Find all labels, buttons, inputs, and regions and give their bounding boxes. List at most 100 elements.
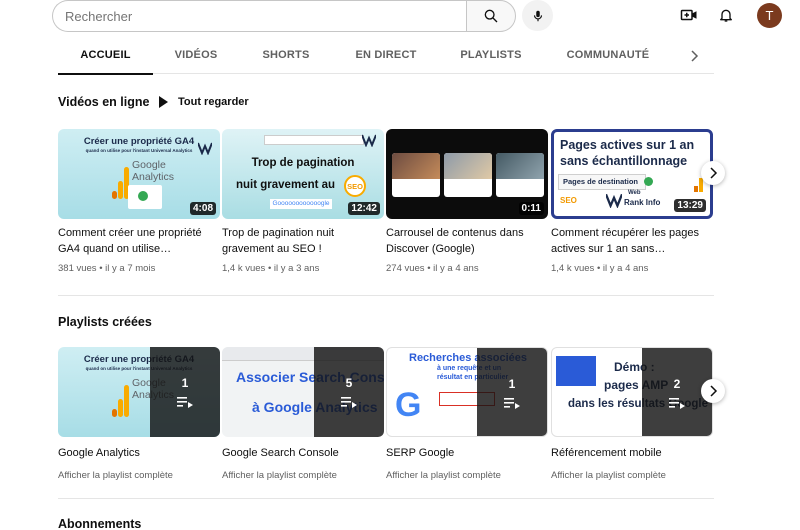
discover-card-3 [496,153,544,197]
thumb-brand-2: Rank Info [624,198,661,207]
bell-icon [720,9,732,22]
video-title[interactable]: Comment récupérer les pages actives sur … [551,226,713,257]
playlist-count: 2 [673,377,681,391]
ga-bars-icon [112,381,130,417]
thumb-headline-2: sans échantillonnage [560,154,688,168]
voice-search-button[interactable] [522,0,553,31]
thumb-headline-1: Trop de pagination [251,157,355,169]
video-duration: 4:08 [189,202,216,215]
playlist-thumbnail[interactable]: Associer Search Console à Google Analyti… [222,347,384,437]
playlist-icon [669,398,685,409]
playlist-count: 1 [181,376,189,390]
chart-widget [128,185,162,209]
play-all-label: Tout regarder [178,96,249,108]
play-icon [159,96,168,108]
section-divider [58,498,714,499]
playlist-title[interactable]: SERP Google [386,447,548,459]
playlist-thumbnail[interactable]: Créer une propriété GA4 quand on utilise… [58,347,220,437]
browser-screenshot-strip [264,135,364,145]
discover-card-2 [444,153,492,197]
video-meta: 1,4 k vues • il y a 3 ans [222,263,320,274]
search-box[interactable] [52,0,468,32]
playlist-title[interactable]: Google Search Console [222,447,384,459]
thumb-brand: Goooooooooooogle [270,199,332,209]
video-views: 274 vues [386,263,425,274]
playlist-overlay: 1 [477,348,547,436]
tab-videos[interactable]: VIDÉOS [153,36,239,74]
search-button[interactable] [466,0,516,32]
seo-label: SEO [560,196,577,205]
web-rank-info-logo [361,133,377,148]
tab-playlists[interactable]: PLAYLISTS [439,36,543,74]
video-card[interactable]: Trop de pagination nuit gravement au SEO… [222,129,384,274]
playlist-count: 5 [345,376,353,390]
playlist-card[interactable]: Associer Search Console à Google Analyti… [222,347,384,481]
playlist-title[interactable]: Référencement mobile [551,447,713,459]
playlist-icon [341,397,357,408]
thumb-label: Pages de destination [558,174,646,190]
google-g-logo: G [395,386,422,424]
video-age: il y a 4 ans [433,263,479,274]
search-input[interactable] [53,1,468,31]
tab-shorts[interactable]: SHORTS [239,36,333,74]
video-card[interactable]: Pages actives sur 1 an sans échantillonn… [551,129,713,274]
playlist-count: 1 [508,377,516,391]
video-duration: 13:29 [674,199,706,212]
view-full-playlist-link[interactable]: Afficher la playlist complète [58,470,220,481]
videos-next-button[interactable] [701,161,725,185]
thumb-headline: Créer une propriété GA4 [83,136,195,147]
video-age: il y a 4 ans [602,263,649,274]
notifications-button[interactable] [715,4,737,26]
web-rank-info-logo [197,141,213,156]
playlist-card[interactable]: Recherches associées à une requête et un… [386,347,548,481]
tab-en-direct[interactable]: EN DIRECT [333,36,439,74]
playlist-card[interactable]: Créer une propriété GA4 quand on utilise… [58,347,220,481]
chevron-right-icon [691,50,699,62]
section-title-videos: Vidéos en ligne [58,95,150,109]
video-meta: 381 vues • il y a 7 mois [58,263,156,274]
video-thumbnail[interactable]: Créer une propriété GA4 quand on utilise… [58,129,220,219]
check-icon [644,177,653,186]
thumb-brand-1: Web [628,190,641,196]
tab-communaute[interactable]: COMMUNAUTÉ [543,36,673,74]
playlist-thumbnail[interactable]: Recherches associées à une requête et un… [386,347,548,437]
playlist-card[interactable]: Démo : pages AMP dans les résultats Goog… [551,347,713,481]
video-views: 1,4 k vues [222,263,266,274]
seo-badge: SEO [344,175,366,197]
playlist-overlay: 1 [150,347,220,437]
thumb-subline: quand on utilise pour l'instant Universa… [85,148,193,153]
view-full-playlist-link[interactable]: Afficher la playlist complète [222,470,384,481]
thumb-brand: Google Analytics [132,159,175,183]
section-divider [58,295,714,296]
tab-accueil[interactable]: ACCUEIL [58,36,153,75]
video-card[interactable]: 0:11 Carrousel de contenus dans Discover… [386,129,548,274]
section-title-playlists: Playlists créées [58,315,152,329]
search-icon [484,9,498,23]
play-all-button[interactable]: Tout regarder [158,94,249,110]
video-duration: 0:11 [518,202,544,215]
video-thumbnail[interactable]: 0:11 [386,129,548,219]
thumb-headline-2: nuit gravement au [236,179,336,191]
playlists-next-button[interactable] [701,379,725,403]
video-views: 1,4 k vues [551,263,595,274]
video-title[interactable]: Comment créer une propriété GA4 quand on… [58,226,220,257]
create-button[interactable] [678,4,700,26]
video-age: il y a 7 mois [105,263,156,274]
avatar[interactable]: T [757,3,782,28]
video-age: il y a 3 ans [273,263,320,274]
chevron-right-icon [710,385,718,397]
playlist-thumbnail[interactable]: Démo : pages AMP dans les résultats Goog… [551,347,713,437]
playlist-title[interactable]: Google Analytics [58,447,220,459]
video-views: 381 vues [58,263,97,274]
playlist-icon [504,398,520,409]
playlist-icon [177,397,193,408]
video-title[interactable]: Trop de pagination nuit gravement au SEO… [222,226,384,257]
view-full-playlist-link[interactable]: Afficher la playlist complète [551,470,713,481]
tabs-scroll-right-button[interactable] [686,46,702,66]
video-card[interactable]: Créer une propriété GA4 quand on utilise… [58,129,220,274]
video-meta: 274 vues • il y a 4 ans [386,263,479,274]
video-thumbnail[interactable]: Trop de pagination nuit gravement au SEO… [222,129,384,219]
video-thumbnail[interactable]: Pages actives sur 1 an sans échantillonn… [551,129,713,219]
video-title[interactable]: Carrousel de contenus dans Discover (Goo… [386,226,548,257]
view-full-playlist-link[interactable]: Afficher la playlist complète [386,470,548,481]
